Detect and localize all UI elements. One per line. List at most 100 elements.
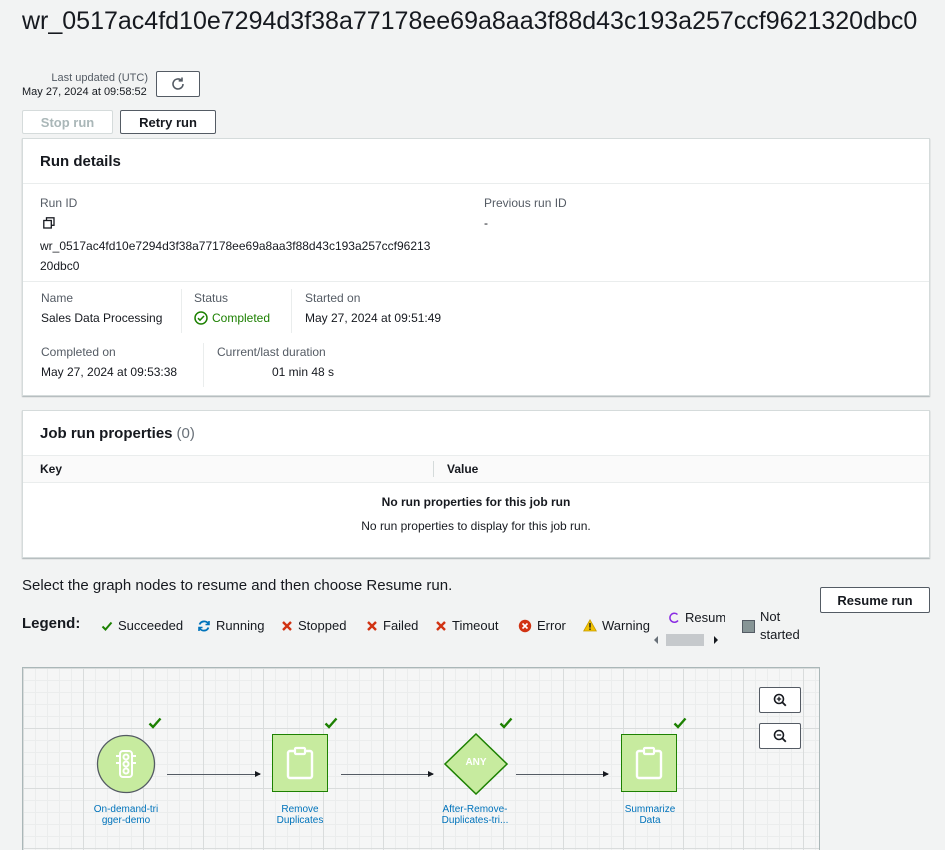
name-label: Name [41, 291, 74, 305]
run-id-line-2: 20dbc0 [40, 259, 80, 273]
graph-node-any-trigger[interactable]: ANY [443, 732, 509, 796]
run-id-value: wr_0517ac4fd10e7294d3f38a77178ee69a8aa3f… [40, 236, 430, 276]
node-label-line: gger-demo [101, 815, 151, 826]
zoom-in-button[interactable] [759, 687, 801, 713]
resume-run-button[interactable]: Resume run [820, 587, 930, 613]
completed-on-label: Completed on [41, 345, 116, 359]
resume-icon [668, 612, 680, 624]
column-header-key[interactable]: Key [40, 462, 62, 476]
legend-not-started-line1: Not [760, 609, 781, 624]
legend-warning-label: Warning [602, 618, 650, 633]
success-circle-icon [194, 311, 208, 325]
node-label-line: On-demand-tri [93, 804, 159, 815]
legend-failed-label: Failed [383, 618, 419, 633]
duration-value: 01 min 48 s [272, 365, 335, 379]
node-label-line: Duplicates-tri... [441, 815, 509, 826]
node-label-line: After-Remove- [442, 804, 508, 815]
completed-on-value: May 27, 2024 at 09:53:38 [41, 365, 178, 379]
empty-state-description: No run properties to display for this jo… [361, 519, 591, 533]
zoom-in-icon [773, 693, 787, 707]
success-check-icon [499, 717, 513, 729]
legend-error-label: Error [537, 618, 566, 633]
stop-run-button[interactable]: Stop run [22, 110, 113, 134]
retry-run-button[interactable]: Retry run [120, 110, 216, 134]
node-label-trigger[interactable]: On-demand-tri gger-demo [81, 804, 171, 826]
previous-run-id-label: Previous run ID [484, 196, 567, 210]
node-label-line: Remove [281, 804, 319, 815]
run-id-label: Run ID [40, 196, 78, 210]
success-check-icon [324, 717, 338, 729]
workflow-graph-canvas[interactable]: On-demand-tri gger-demo Remove Duplicate… [22, 667, 820, 850]
node-label-line: Duplicates [276, 815, 324, 826]
node-label-summarize-data[interactable]: Summarize Data [605, 804, 695, 826]
legend-timeout: Timeout [435, 618, 498, 633]
zoom-out-icon [773, 729, 787, 743]
refresh-icon [172, 77, 184, 90]
column-header-value[interactable]: Value [447, 462, 478, 476]
divider [203, 343, 204, 387]
status-badge: Completed [194, 311, 270, 325]
any-condition-label: ANY [465, 757, 487, 768]
scroll-left-arrow-icon[interactable] [653, 636, 659, 644]
node-label-any-trigger[interactable]: After-Remove- Duplicates-tri... [430, 804, 520, 826]
graph-node-summarize-data[interactable] [621, 734, 677, 792]
graph-edge [516, 771, 609, 777]
legend-stopped-label: Stopped [298, 618, 347, 633]
graph-node-trigger[interactable] [96, 734, 156, 794]
run-id-line-1: wr_0517ac4fd10e7294d3f38a77178ee69a8aa3f… [40, 239, 431, 253]
started-on-label: Started on [305, 291, 361, 305]
job-run-properties-count: (0) [176, 424, 195, 442]
timeout-x-icon [435, 620, 447, 632]
previous-run-id-value: - [484, 216, 488, 230]
not-started-square-icon [742, 620, 755, 633]
job-run-properties-title: Job run properties [40, 424, 173, 442]
empty-state-title: No run properties for this job run [381, 495, 571, 509]
divider [23, 281, 929, 282]
legend-stopped: Stopped [281, 618, 346, 633]
last-updated-value: May 27, 2024 at 09:58:52 [22, 86, 147, 98]
status-value: Completed [212, 311, 271, 325]
graph-edge [167, 771, 261, 777]
running-icon [197, 619, 211, 633]
legend-scrollbar[interactable] [653, 634, 723, 646]
zoom-out-button[interactable] [759, 723, 801, 749]
graph-node-remove-duplicates[interactable] [272, 734, 328, 792]
status-label: Status [194, 291, 229, 305]
legend-not-started-label: Not started [760, 608, 800, 644]
resume-instruction: Select the graph nodes to resume and the… [22, 577, 453, 594]
clipboard-icon [635, 746, 663, 780]
last-updated: Last updated (UTC) May 27, 2024 at 09:58… [22, 71, 148, 99]
run-details-panel: Run details Run ID wr_0517ac4fd10e7294d3… [22, 138, 930, 396]
job-run-properties-panel: Job run properties (0) Key Value No run … [22, 410, 930, 558]
legend-resume: Resum [668, 610, 725, 625]
legend-running-label: Running [216, 618, 265, 633]
legend-timeout-label: Timeout [452, 618, 499, 633]
divider [291, 289, 292, 333]
legend-running: Running [197, 618, 264, 633]
warning-icon [583, 619, 597, 632]
duration-label: Current/last duration [217, 345, 326, 359]
legend-error: Error [518, 618, 566, 633]
copy-icon[interactable] [43, 216, 55, 234]
check-icon [101, 620, 113, 632]
legend-not-started-line2: started [760, 627, 800, 642]
job-run-properties-heading: Job run properties (0) [23, 411, 929, 456]
success-check-icon [148, 717, 162, 729]
legend-label: Legend: [22, 615, 81, 632]
refresh-button[interactable] [156, 71, 200, 97]
table-header: Key Value [23, 456, 929, 483]
page-title: wr_0517ac4fd10e7294d3f38a77178ee69a8aa3f… [22, 7, 918, 35]
legend-resume-label: Resum [685, 610, 725, 625]
scrollbar-thumb[interactable] [666, 634, 704, 646]
node-label-remove-duplicates[interactable]: Remove Duplicates [255, 804, 345, 826]
legend-not-started: Not started [742, 608, 800, 644]
scroll-right-arrow-icon[interactable] [713, 636, 719, 644]
legend-succeeded-label: Succeeded [118, 618, 184, 633]
clipboard-icon [286, 746, 314, 780]
error-icon [518, 619, 532, 633]
last-updated-label: Last updated (UTC) [51, 72, 148, 84]
column-divider [433, 461, 434, 477]
started-on-value: May 27, 2024 at 09:51:49 [305, 311, 442, 325]
graph-edge [341, 771, 434, 777]
name-value: Sales Data Processing [41, 311, 163, 325]
